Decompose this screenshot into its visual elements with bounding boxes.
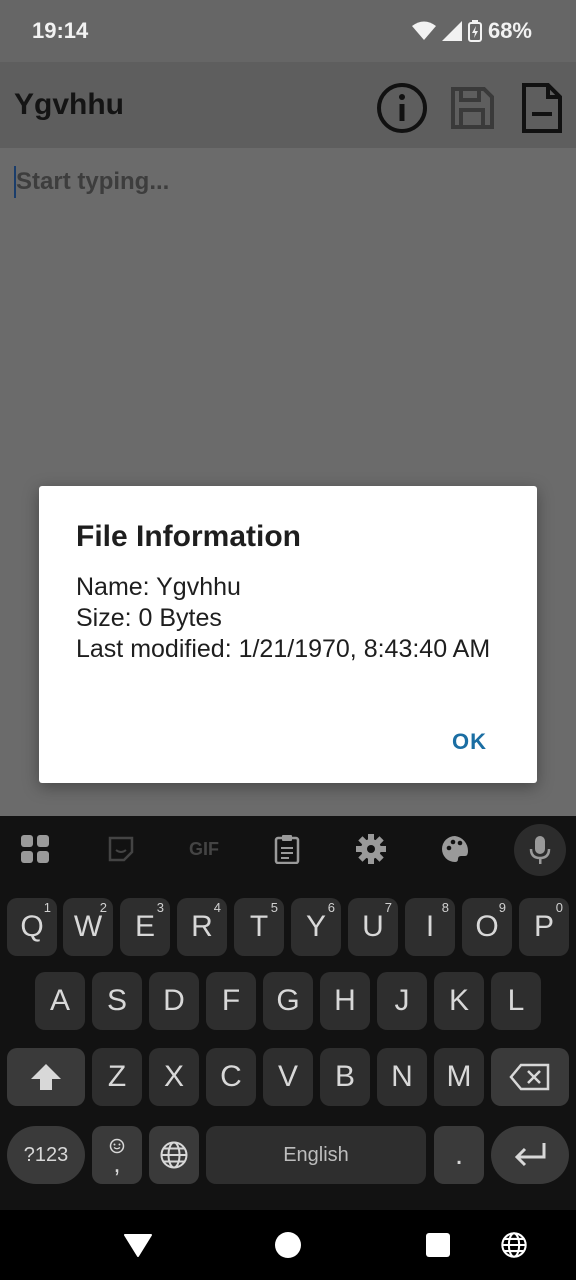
key-y[interactable]: Y6 [291, 898, 341, 956]
file-size-line: Size: 0 Bytes [76, 604, 222, 632]
key-a[interactable]: A [35, 972, 85, 1030]
symbols-key[interactable]: ?123 [7, 1126, 85, 1184]
key-b[interactable]: B [320, 1048, 370, 1106]
file-title: Ygvhhu [14, 88, 124, 121]
home-button[interactable] [273, 1230, 303, 1260]
dialog-title: File Information [76, 520, 301, 553]
globe-icon [501, 1232, 527, 1258]
info-icon [377, 83, 427, 133]
key-p[interactable]: P0 [519, 898, 569, 956]
key-k[interactable]: K [434, 972, 484, 1030]
key-g[interactable]: G [263, 972, 313, 1030]
gear-icon [356, 834, 386, 864]
key-x[interactable]: X [149, 1048, 199, 1106]
close-file-button[interactable] [516, 82, 568, 134]
sticker-icon [108, 836, 134, 862]
sticker-button[interactable] [104, 832, 138, 866]
key-v[interactable]: V [263, 1048, 313, 1106]
file-modified-line: Last modified: 1/21/1970, 8:43:40 AM [76, 635, 491, 663]
keyboard-language-button[interactable] [499, 1230, 529, 1260]
theme-button[interactable] [438, 832, 472, 866]
key-j[interactable]: J [377, 972, 427, 1030]
key-w[interactable]: W2 [63, 898, 113, 956]
keyboard: GIF Q1 W2 E3 R4 T5 Y6 U7 I8 O9 P0 A S D … [0, 816, 576, 1210]
back-button[interactable] [123, 1230, 153, 1260]
battery-percent: 68% [487, 18, 532, 43]
voice-input-button[interactable] [514, 824, 566, 876]
ok-button[interactable]: OK [452, 729, 487, 755]
key-r[interactable]: R4 [177, 898, 227, 956]
status-bar: 19:14 68% [0, 0, 576, 62]
clipboard-button[interactable] [270, 832, 304, 866]
navigation-bar [0, 1210, 576, 1280]
key-i[interactable]: I8 [405, 898, 455, 956]
enter-arrow-icon [514, 1143, 546, 1167]
file-minus-icon [522, 83, 562, 133]
back-triangle-icon [124, 1234, 152, 1257]
recents-button[interactable] [423, 1230, 453, 1260]
key-s[interactable]: S [92, 972, 142, 1030]
wifi-icon [411, 21, 436, 40]
key-q[interactable]: Q1 [7, 898, 57, 956]
gif-label: GIF [189, 838, 219, 859]
info-button[interactable] [376, 82, 428, 134]
key-n[interactable]: N [377, 1048, 427, 1106]
file-name-line: Name: Ygvhhu [76, 573, 241, 601]
recents-square-icon [426, 1233, 450, 1257]
key-u[interactable]: U7 [348, 898, 398, 956]
key-o[interactable]: O9 [462, 898, 512, 956]
globe-icon [160, 1141, 188, 1169]
clipboard-icon [274, 835, 300, 864]
shift-key[interactable] [7, 1048, 85, 1106]
status-time: 19:14 [32, 18, 89, 43]
settings-button[interactable] [354, 832, 388, 866]
language-key[interactable] [149, 1126, 199, 1184]
apps-button[interactable] [18, 832, 52, 866]
shift-arrow-icon [31, 1064, 61, 1090]
backspace-key[interactable] [491, 1048, 569, 1106]
apps-grid-icon [21, 835, 49, 863]
battery-icon [467, 20, 482, 42]
enter-key[interactable] [491, 1126, 569, 1184]
key-h[interactable]: H [320, 972, 370, 1030]
key-f[interactable]: F [206, 972, 256, 1030]
keyboard-toolbar: GIF [0, 816, 576, 882]
key-c[interactable]: C [206, 1048, 256, 1106]
key-t[interactable]: T5 [234, 898, 284, 956]
editor-placeholder: Start typing... [16, 168, 170, 195]
dialog-body: Name: Ygvhhu Size: 0 Bytes Last modified… [76, 572, 506, 665]
key-d[interactable]: D [149, 972, 199, 1030]
microphone-icon [529, 836, 551, 864]
key-e[interactable]: E3 [120, 898, 170, 956]
period-key[interactable]: . [434, 1126, 484, 1184]
save-button[interactable] [446, 82, 498, 134]
file-info-dialog: File Information Name: Ygvhhu Size: 0 By… [39, 486, 537, 783]
app-bar: Ygvhhu [0, 62, 576, 148]
signal-icon [441, 21, 462, 41]
key-l[interactable]: L [491, 972, 541, 1030]
emoji-comma-key[interactable]: , [92, 1126, 142, 1184]
key-z[interactable]: Z [92, 1048, 142, 1106]
key-m[interactable]: M [434, 1048, 484, 1106]
palette-icon [442, 836, 469, 862]
gif-button[interactable]: GIF [184, 832, 224, 866]
space-key[interactable]: English [206, 1126, 426, 1184]
backspace-icon [509, 1063, 550, 1091]
save-icon [451, 87, 494, 129]
home-circle-icon [275, 1232, 301, 1258]
